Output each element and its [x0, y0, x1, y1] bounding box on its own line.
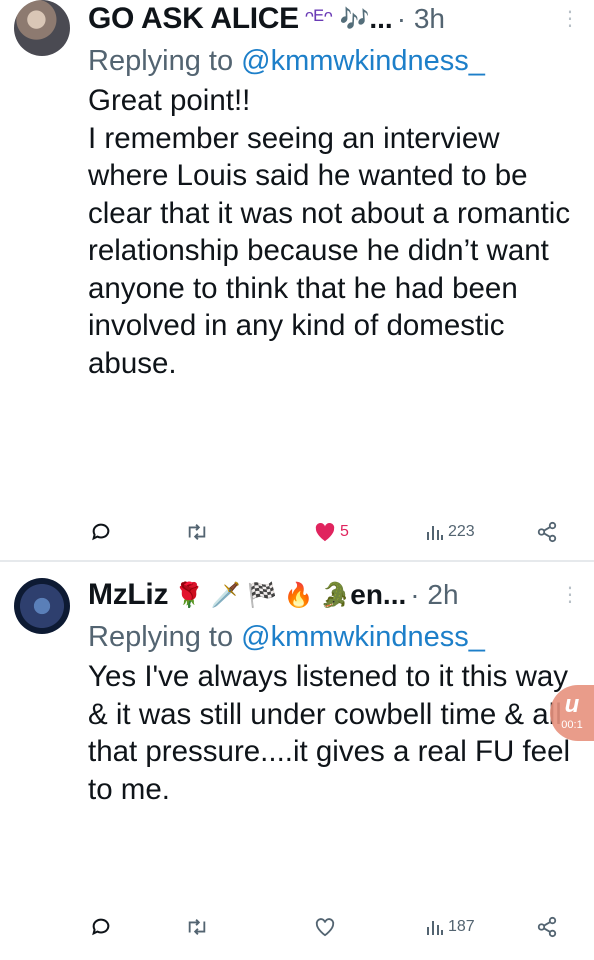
views-count: 223	[448, 523, 475, 540]
action-bar: 187	[88, 912, 574, 942]
share-icon	[537, 521, 557, 543]
like-button[interactable]	[314, 917, 340, 937]
heart-icon	[315, 918, 335, 937]
display-name[interactable]: MzLiz	[88, 578, 168, 612]
like-button[interactable]: 5	[314, 522, 349, 542]
retweet-icon	[188, 524, 206, 540]
tweet-2[interactable]: ⋮ MzLiz 🌹 🗡️ 🏁 🔥 🐊 en... · 2h Replying t…	[0, 562, 594, 960]
reply-icon	[92, 523, 110, 541]
name-emojis: 🌹 🗡️ 🏁 🔥 🐊	[174, 581, 351, 609]
reply-handle-link[interactable]: @kmmwkindness_	[241, 621, 485, 653]
retweet-button[interactable]	[184, 521, 214, 543]
avatar[interactable]	[14, 0, 70, 56]
avatar[interactable]	[14, 578, 70, 634]
tweet-1[interactable]: ⋮ GO ASK ALICE ᵔᴱᵔ 🎶 ... · 3h Replying t…	[0, 0, 594, 562]
share-button[interactable]	[536, 916, 562, 938]
timestamp[interactable]: · 2h	[410, 579, 458, 611]
views-icon	[427, 526, 443, 540]
tweet-text-line: Yes I've always listened to it this way …	[88, 660, 571, 806]
retweet-icon	[188, 919, 206, 935]
like-count: 5	[340, 523, 349, 540]
views-button[interactable]: 187	[426, 918, 475, 936]
overlay-time: 00:1	[561, 719, 583, 731]
reply-button[interactable]	[90, 916, 116, 938]
tweet-header: GO ASK ALICE ᵔᴱᵔ 🎶 ... · 3h	[88, 0, 584, 38]
replying-to-label: Replying to	[88, 621, 242, 653]
reply-icon	[92, 918, 110, 936]
display-name[interactable]: GO ASK ALICE	[88, 2, 299, 36]
tweet-text: Great point!! I remember seeing an inter…	[88, 82, 584, 382]
tweet-text-line: Great point!!	[88, 84, 251, 117]
tweet-text-line: I remember seeing an interview where Lou…	[88, 121, 571, 380]
name-emojis: ᵔᴱᵔ 🎶	[304, 5, 370, 33]
reply-handle-link[interactable]: @kmmwkindness_	[241, 45, 485, 77]
replying-to: Replying to @kmmwkindness_	[88, 618, 584, 656]
reply-button[interactable]	[90, 521, 116, 543]
views-count: 187	[448, 918, 475, 935]
share-icon	[537, 916, 557, 938]
views-icon	[427, 921, 443, 935]
retweet-button[interactable]	[184, 916, 214, 938]
heart-icon	[315, 522, 335, 542]
tweet-text: Yes I've always listened to it this way …	[88, 658, 584, 808]
name-ellipsis: ...	[369, 3, 393, 34]
replying-to-label: Replying to	[88, 45, 242, 77]
views-button[interactable]: 223	[426, 523, 475, 541]
timestamp[interactable]: · 3h	[397, 3, 445, 35]
name-fragment: en...	[350, 579, 407, 610]
share-button[interactable]	[536, 521, 562, 543]
action-bar: 5 223	[88, 517, 574, 547]
replying-to: Replying to @kmmwkindness_	[88, 42, 584, 80]
overlay-logo: и	[564, 691, 580, 718]
tweet-header: MzLiz 🌹 🗡️ 🏁 🔥 🐊 en... · 2h	[88, 576, 584, 614]
